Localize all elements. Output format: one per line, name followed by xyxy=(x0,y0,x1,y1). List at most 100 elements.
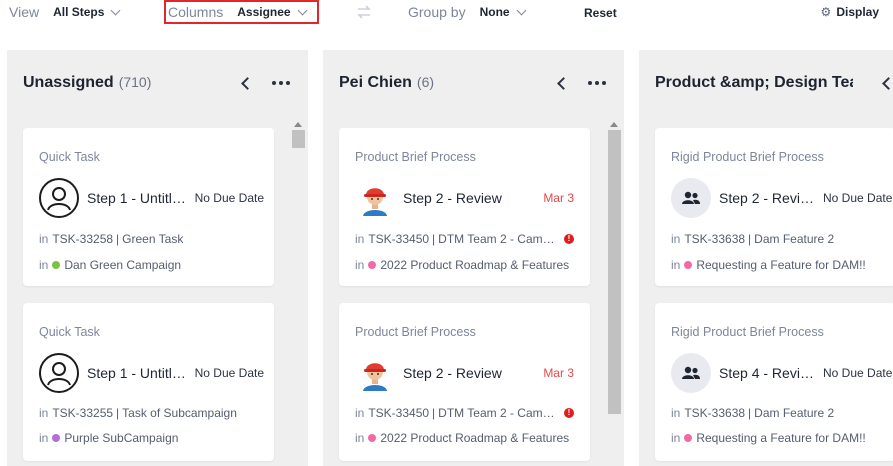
collapse-column-icon[interactable] xyxy=(557,76,570,90)
overdue-alert-icon: ! xyxy=(564,234,574,244)
column-count: (710) xyxy=(118,74,152,90)
card-campaign-link[interactable]: in Requesting a Feature for DAM!! xyxy=(671,258,893,272)
step-name: Step 2 - Review xyxy=(403,190,502,206)
gear-icon: ⚙ xyxy=(820,5,832,19)
swap-icon[interactable] xyxy=(356,5,372,19)
display-label: Display xyxy=(836,5,879,19)
task-name: Dam Feature 2 xyxy=(754,232,835,246)
separator: | xyxy=(748,406,752,420)
campaign-name: 2022 Product Roadmap & Features xyxy=(380,258,570,272)
task-id: TSK-33638 xyxy=(684,232,746,246)
task-id: TSK-33450 xyxy=(368,232,430,246)
view-value: All Steps xyxy=(53,5,105,19)
card-step: Step 4 - Review No Due Date xyxy=(671,353,893,393)
card-process: Quick Task xyxy=(39,150,100,164)
card-campaign-link[interactable]: in 2022 Product Roadmap & Features xyxy=(355,258,574,272)
task-name: Green Task xyxy=(122,232,184,246)
column-scrollbar[interactable] xyxy=(292,122,305,466)
due-date: No Due Date xyxy=(823,191,893,205)
campaign-color-dot xyxy=(368,434,377,442)
more-options-icon[interactable] xyxy=(272,81,290,85)
column-header: Pei Chien (6) xyxy=(339,72,606,94)
collapse-column-icon[interactable] xyxy=(882,76,893,90)
chevron-down-icon xyxy=(297,5,308,15)
task-card[interactable]: Product Brief Process Step 2 - Review Ma… xyxy=(339,303,590,461)
card-task-link[interactable]: in TSK-33258 | Green Task xyxy=(39,232,258,246)
scroll-up-icon[interactable] xyxy=(610,122,618,127)
card-process: Quick Task xyxy=(39,325,100,339)
separator: | xyxy=(116,232,120,246)
campaign-name: Requesting a Feature for DAM!! xyxy=(696,258,866,272)
campaign-color-dot xyxy=(684,434,693,442)
card-task-link[interactable]: in TSK-33255 | Task of Subcampaign xyxy=(39,406,258,420)
more-options-icon[interactable] xyxy=(588,81,606,85)
task-name: DTM Team 2 - Campaign xyxy=(438,232,558,246)
chevron-down-icon xyxy=(111,5,121,15)
task-name: Dam Feature 2 xyxy=(754,406,835,420)
campaign-color-dot xyxy=(52,261,61,269)
user-outline-icon xyxy=(39,353,79,393)
group-by-label: Group by xyxy=(408,4,466,20)
columns-selector[interactable]: Columns Assignee xyxy=(168,4,308,20)
column-unassigned: Unassigned (710) Quick Task Step 1 - Unti… xyxy=(7,50,308,466)
scroll-up-icon[interactable] xyxy=(294,122,302,127)
card-process: Rigid Product Brief Process xyxy=(671,150,824,164)
collapse-column-icon[interactable] xyxy=(241,76,254,90)
card-task-link[interactable]: in TSK-33638 | Dam Feature 2 xyxy=(671,406,893,420)
chevron-down-icon xyxy=(516,5,527,15)
task-id: TSK-33638 xyxy=(684,406,746,420)
campaign-name: 2022 Product Roadmap & Features xyxy=(380,431,570,445)
board-toolbar: View All Steps Columns Assignee Group by… xyxy=(0,0,893,26)
due-date: No Due Date xyxy=(823,366,893,380)
card-campaign-link[interactable]: in 2022 Product Roadmap & Features xyxy=(355,431,574,445)
card-task-link[interactable]: in TSK-33450 | DTM Team 2 - Campaign ! xyxy=(355,232,574,246)
card-campaign-link[interactable]: in Purple SubCampaign xyxy=(39,431,258,445)
column-tools xyxy=(882,72,893,94)
due-date: Mar 3 xyxy=(543,191,574,205)
card-campaign-link[interactable]: in Requesting a Feature for DAM!! xyxy=(671,431,893,445)
column-tools xyxy=(241,72,290,94)
task-card[interactable]: Rigid Product Brief Process Step 4 - Rev… xyxy=(655,303,893,461)
separator: | xyxy=(432,232,436,246)
task-card[interactable]: Quick Task Step 1 - Untitled Step No Due… xyxy=(23,303,274,461)
task-id: TSK-33450 xyxy=(368,406,430,420)
card-process: Product Brief Process xyxy=(355,325,476,339)
column-title: Product &amp; Design Team xyxy=(655,74,853,91)
card-task-link[interactable]: in TSK-33638 | Dam Feature 2 xyxy=(671,232,893,246)
separator: | xyxy=(748,232,752,246)
reset-button[interactable]: Reset xyxy=(584,6,617,20)
column-scrollbar[interactable] xyxy=(608,122,621,466)
columns-label: Columns xyxy=(168,4,224,20)
campaign-color-dot xyxy=(684,261,693,269)
column-header: Product &amp; Design Team xyxy=(655,72,893,94)
scroll-thumb[interactable] xyxy=(608,130,621,414)
campaign-name: Purple SubCampaign xyxy=(64,431,179,445)
task-card[interactable]: Rigid Product Brief Process Step 2 - Rev… xyxy=(655,128,893,286)
separator: | xyxy=(432,406,436,420)
column-header: Unassigned (710) xyxy=(23,72,290,94)
column-title: Pei Chien (6) xyxy=(339,74,435,91)
overdue-alert-icon: ! xyxy=(564,408,574,418)
step-name: Step 4 - Review xyxy=(719,365,817,381)
step-name: Step 1 - Untitled Step xyxy=(87,365,191,381)
card-process: Rigid Product Brief Process xyxy=(671,325,824,339)
task-card[interactable]: Product Brief Process Step 2 - Review Ma… xyxy=(339,128,590,286)
card-campaign-link[interactable]: in Dan Green Campaign xyxy=(39,258,258,272)
campaign-name: Requesting a Feature for DAM!! xyxy=(696,431,866,445)
campaign-color-dot xyxy=(52,434,61,442)
column-product-design-team: Product &amp; Design Team Rigid Product … xyxy=(639,50,893,466)
campaign-name: Dan Green Campaign xyxy=(64,258,182,272)
task-card[interactable]: Quick Task Step 1 - Untitled Step No Due… xyxy=(23,128,274,286)
due-date: No Due Date xyxy=(194,366,264,380)
scroll-thumb[interactable] xyxy=(292,130,305,148)
group-by-selector[interactable]: Group by None xyxy=(408,4,527,20)
display-button[interactable]: ⚙ Display xyxy=(821,5,879,19)
card-task-link[interactable]: in TSK-33450 | DTM Team 2 - Campaign ! xyxy=(355,406,574,420)
kanban-board: Unassigned (710) Quick Task Step 1 - Unti… xyxy=(0,50,893,466)
card-step: Step 2 - Review No Due Date xyxy=(671,178,893,218)
task-name: Task of Subcampaign xyxy=(122,406,237,420)
step-name: Step 2 - Review xyxy=(719,190,817,206)
view-filter[interactable]: View All Steps xyxy=(9,4,121,20)
due-date: No Due Date xyxy=(194,191,264,205)
columns-value: Assignee xyxy=(237,5,291,19)
